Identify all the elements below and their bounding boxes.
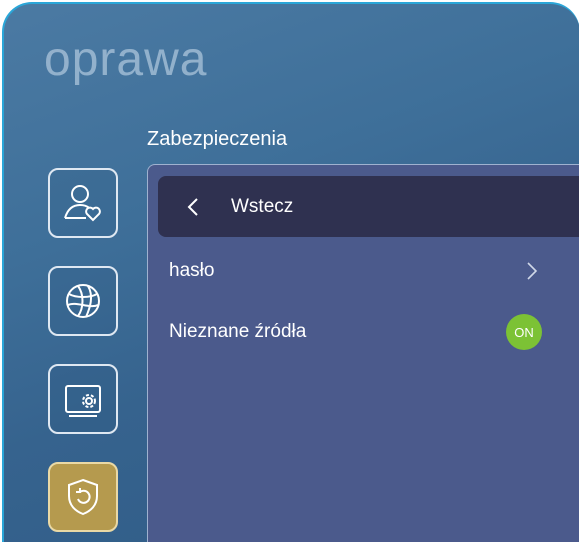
- chevron-right-icon: [527, 262, 538, 280]
- security-shield-icon: [68, 478, 98, 516]
- page-title: oprawa: [44, 33, 208, 86]
- sidebar-item-security[interactable]: [48, 462, 118, 532]
- sidebar-item-network[interactable]: [48, 266, 118, 336]
- back-label: Wstecz: [231, 195, 294, 217]
- password-label: hasło: [169, 260, 215, 281]
- unknown-sources-toggle[interactable]: ON: [506, 314, 542, 350]
- list-item-unknown-sources: Nieznane źródła ON: [169, 312, 569, 352]
- window-frame: oprawa Zabezpieczenia Wstecz hasło Niezn…: [2, 2, 579, 542]
- sidebar-item-user[interactable]: [48, 168, 118, 238]
- unknown-sources-label: Nieznane źródła: [169, 321, 307, 342]
- settings-panel: Wstecz hasło Nieznane źródła ON: [147, 164, 579, 542]
- display-settings-icon: [65, 385, 101, 417]
- list-item-password[interactable]: hasło: [169, 251, 569, 291]
- chevron-left-icon: [187, 197, 198, 216]
- section-title: Zabezpieczenia: [147, 128, 288, 150]
- network-globe-icon: [66, 284, 100, 318]
- user-heart-icon: [64, 185, 101, 222]
- sidebar-item-display[interactable]: [48, 364, 118, 434]
- back-button[interactable]: Wstecz: [158, 176, 579, 237]
